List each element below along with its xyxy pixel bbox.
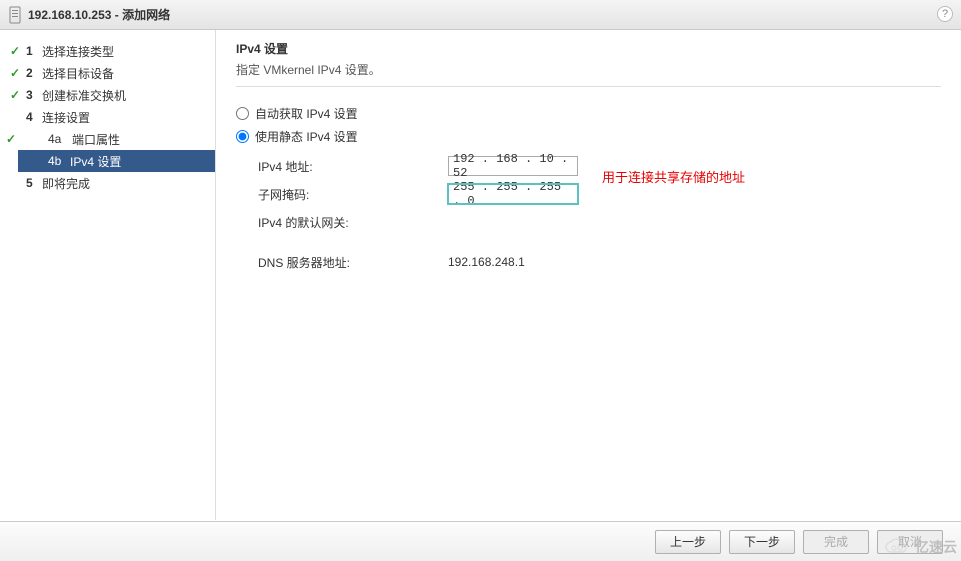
step-2[interactable]: ✓ 2 选择目标设备 — [0, 62, 215, 84]
check-icon: ✓ — [8, 88, 22, 102]
radio-static[interactable] — [236, 130, 249, 143]
step-label: 创建标准交换机 — [40, 87, 126, 104]
radio-auto-row[interactable]: 自动获取 IPv4 设置 — [236, 105, 941, 122]
cancel-button: 取消 — [877, 530, 943, 554]
substep-number: 4b — [48, 154, 70, 168]
static-form: IPv4 地址: 192 . 168 . 10 . 52 用于连接共享存储的地址… — [236, 155, 941, 273]
subnet-input[interactable]: 255 . 255 . 255 . 0 — [448, 184, 578, 204]
check-icon: ✓ — [4, 132, 18, 146]
back-button[interactable]: 上一步 — [655, 530, 721, 554]
row-subnet: 子网掩码: 255 . 255 . 255 . 0 — [258, 183, 941, 205]
ipv4-address-label: IPv4 地址: — [258, 158, 448, 175]
section-subtitle: 指定 VMkernel IPv4 设置。 — [236, 61, 941, 78]
step-number: 2 — [22, 66, 40, 80]
step-label: 选择目标设备 — [40, 65, 114, 82]
step-number: 5 — [22, 176, 40, 190]
divider — [236, 86, 941, 87]
host-icon — [8, 6, 22, 24]
dialog-body: ✓ 1 选择连接类型 ✓ 2 选择目标设备 ✓ 3 创建标准交换机 4 连接设置… — [0, 30, 961, 520]
step-number: 4 — [22, 110, 40, 124]
row-gateway: IPv4 的默认网关: — [258, 211, 941, 233]
ipv4-address-input[interactable]: 192 . 168 . 10 . 52 — [448, 156, 578, 176]
finish-button: 完成 — [803, 530, 869, 554]
step-label: 连接设置 — [40, 109, 90, 126]
step-1[interactable]: ✓ 1 选择连接类型 — [0, 40, 215, 62]
section-title: IPv4 设置 — [236, 40, 941, 57]
next-button[interactable]: 下一步 — [729, 530, 795, 554]
check-icon: ✓ — [8, 66, 22, 80]
step-5[interactable]: 5 即将完成 — [0, 172, 215, 194]
wizard-content: IPv4 设置 指定 VMkernel IPv4 设置。 自动获取 IPv4 设… — [215, 30, 961, 520]
dns-value: 192.168.248.1 — [448, 255, 525, 269]
dialog-footer: 上一步 下一步 完成 取消 — [0, 521, 961, 561]
substep-label: 端口属性 — [72, 131, 120, 148]
step-label: 即将完成 — [40, 175, 90, 192]
radio-auto-label: 自动获取 IPv4 设置 — [255, 105, 358, 122]
step-4[interactable]: 4 连接设置 — [0, 106, 215, 128]
wizard-sidebar: ✓ 1 选择连接类型 ✓ 2 选择目标设备 ✓ 3 创建标准交换机 4 连接设置… — [0, 30, 215, 520]
radio-static-row[interactable]: 使用静态 IPv4 设置 — [236, 128, 941, 145]
step-3[interactable]: ✓ 3 创建标准交换机 — [0, 84, 215, 106]
substep-label: IPv4 设置 — [70, 153, 121, 170]
radio-auto[interactable] — [236, 107, 249, 120]
step-label: 选择连接类型 — [40, 43, 114, 60]
dialog-title: 192.168.10.253 - 添加网络 — [28, 6, 170, 23]
titlebar: 192.168.10.253 - 添加网络 ? — [0, 0, 961, 30]
substep-4b-row[interactable]: 4b IPv4 设置 — [18, 150, 215, 172]
annotation-text: 用于连接共享存储的地址 — [602, 167, 745, 186]
step-number: 3 — [22, 88, 40, 102]
substep-4a-row[interactable]: ✓ 4a 端口属性 — [0, 128, 215, 150]
step-number: 1 — [22, 44, 40, 58]
help-icon[interactable]: ? — [937, 6, 953, 22]
radio-static-label: 使用静态 IPv4 设置 — [255, 128, 358, 145]
row-dns: DNS 服务器地址: 192.168.248.1 — [258, 251, 941, 273]
substep-number: 4a — [48, 132, 72, 146]
gateway-label: IPv4 的默认网关: — [258, 214, 448, 231]
dns-label: DNS 服务器地址: — [258, 254, 448, 271]
subnet-label: 子网掩码: — [258, 186, 448, 203]
row-ipv4-address: IPv4 地址: 192 . 168 . 10 . 52 用于连接共享存储的地址 — [258, 155, 941, 177]
check-icon: ✓ — [8, 44, 22, 58]
